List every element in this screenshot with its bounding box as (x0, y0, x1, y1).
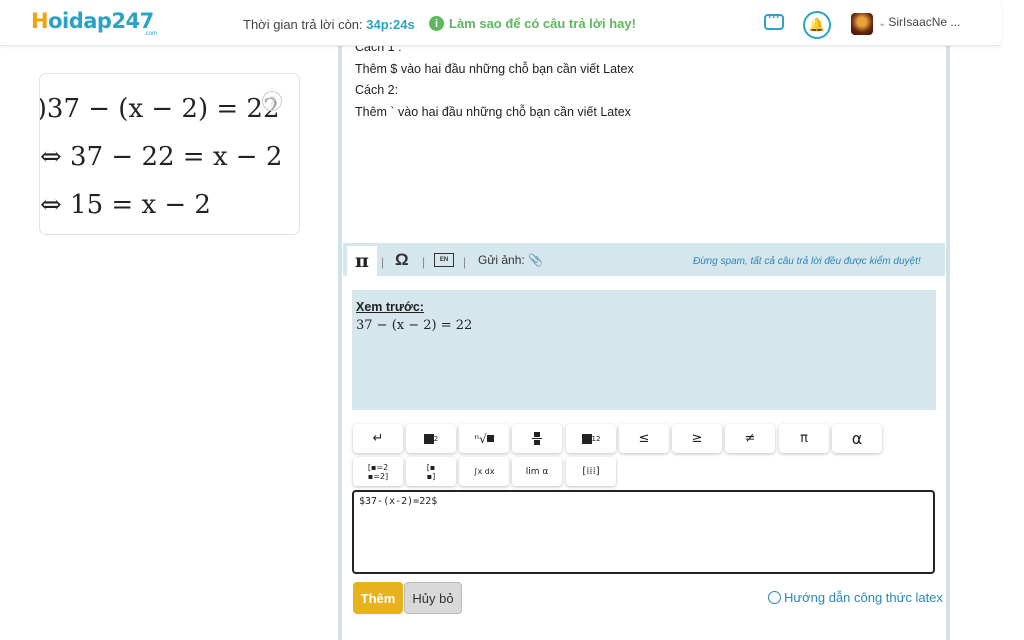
notification-bell-icon[interactable]: 🔔 (803, 11, 831, 39)
question-math-card: :)37 − (x − 2) = 22 ⇔ 37 − 22 = x − 2 ⇔ … (39, 73, 300, 235)
math-line-3: ⇔ 15 = x − 2 (40, 190, 211, 220)
math-line-1: :)37 − (x − 2) = 22 (39, 94, 280, 124)
preview-title: Xem trước: (356, 300, 424, 314)
latex-guide-link[interactable]: Hướng dẫn công thức latex (768, 590, 943, 605)
guide-line-3: Cách 2: (355, 83, 399, 97)
pi-key[interactable]: π (779, 424, 829, 453)
chevron-down-icon: ⌄ (878, 18, 887, 29)
info-icon: i (429, 16, 444, 31)
greater-equal-key[interactable]: ≥ (672, 424, 722, 453)
tab-special-chars[interactable]: Ω (395, 250, 409, 270)
top-header: Hoidap247 .com Thời gian trả lời còn: 34… (0, 0, 1001, 46)
user-menu[interactable]: ⌄ SirIsaacNe ... (878, 15, 960, 29)
latex-editor-input[interactable]: $37-(x-2)=22$ (352, 490, 935, 574)
compound-inequality-key[interactable]: [▪ ▪] (406, 457, 456, 486)
math-line-2: ⇔ 37 − 22 = x − 2 (40, 142, 283, 172)
less-equal-key[interactable]: ≤ (619, 424, 669, 453)
toolbar-divider: | (381, 255, 385, 269)
logo-letter: H (31, 9, 49, 33)
enter-key[interactable]: ↵ (353, 424, 403, 453)
username: SirIsaacNe ... (888, 15, 961, 29)
subscript-key[interactable]: 12 (566, 424, 616, 453)
logo-domain: .com (144, 31, 158, 37)
fraction-key[interactable] (512, 424, 562, 453)
limit-key[interactable]: lim α (512, 457, 562, 486)
globe-icon (768, 591, 781, 604)
spam-notice: Đừng spam, tất cả câu trả lời đều được k… (693, 256, 921, 267)
chat-icon[interactable] (764, 10, 784, 30)
root-key[interactable]: ⁿ√ (459, 424, 509, 453)
timer-value: 34p:24s (366, 17, 415, 32)
good-answer-tip-link[interactable]: i Làm sao để có câu trả lời hay! (429, 16, 636, 31)
timer-label: Thời gian trả lời còn: (243, 17, 367, 32)
preview-box (352, 290, 936, 410)
logo-text: oidap247 (48, 9, 154, 33)
send-image-button[interactable]: Gửi ảnh: 📎 (478, 253, 543, 267)
toolbar-divider: | (463, 255, 467, 269)
latex-guide-label: Hướng dẫn công thức latex (784, 590, 943, 605)
site-logo[interactable]: Hoidap247 (31, 9, 154, 33)
integral-key[interactable]: ∫x dx (459, 457, 509, 486)
send-image-label: Gửi ảnh: (478, 253, 525, 267)
guide-line-2: Thêm $ vào hai đầu những chỗ bạn cần viế… (355, 62, 634, 76)
alpha-key[interactable]: α (832, 424, 882, 453)
user-avatar[interactable] (851, 13, 873, 35)
paperclip-icon: 📎 (528, 253, 544, 267)
system-equations-key[interactable]: [▪=2 ▪=2] (353, 457, 403, 486)
tab-math-symbols[interactable]: π (347, 246, 377, 276)
not-equal-key[interactable]: ≠ (725, 424, 775, 453)
tab-english-keyboard[interactable]: EN (434, 253, 454, 267)
answer-timer: Thời gian trả lời còn: 34p:24s (243, 17, 415, 32)
matrix-key[interactable]: [⁞⁞⁞] (566, 457, 616, 486)
help-question-icon[interactable]: ? (262, 91, 282, 111)
guide-line-4: Thêm ` vào hai đầu những chỗ bạn cần viế… (355, 105, 631, 119)
tip-label: Làm sao để có câu trả lời hay! (449, 16, 636, 31)
superscript-key[interactable]: 2 (406, 424, 456, 453)
toolbar-divider: | (422, 255, 426, 269)
add-answer-button[interactable]: Thêm (353, 582, 403, 614)
preview-content: 37 − (x − 2) = 22 (356, 318, 473, 333)
cancel-button[interactable]: Hủy bỏ (404, 582, 462, 614)
